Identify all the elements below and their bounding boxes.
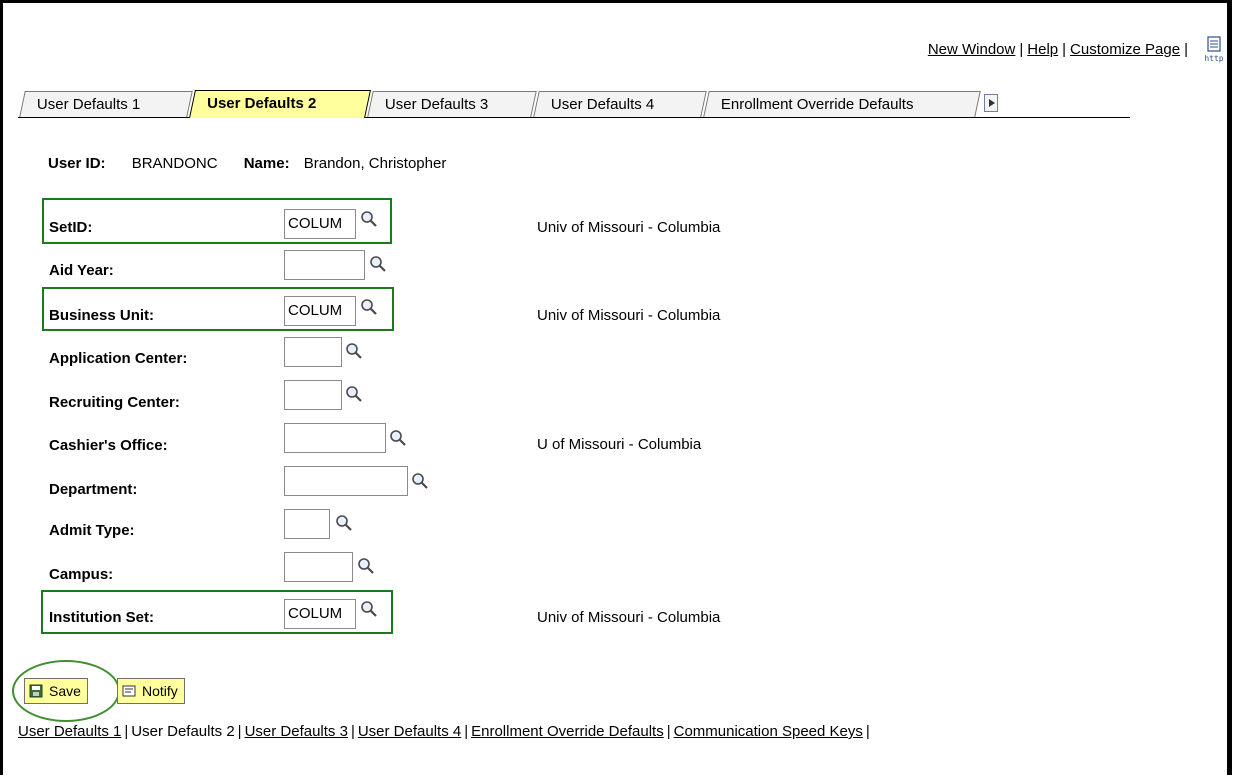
setid-label: SetID:: [49, 219, 93, 236]
http-page-icon[interactable]: http: [1201, 36, 1227, 64]
user-id-value: BRANDONC: [131, 155, 218, 172]
tab-user-defaults-3[interactable]: User Defaults 3: [367, 91, 537, 117]
tab-user-defaults-2[interactable]: User Defaults 2: [189, 90, 371, 118]
bottom-link-enrollment-override-defaults[interactable]: Enrollment Override Defaults: [471, 723, 664, 740]
campus-input[interactable]: [284, 552, 353, 582]
tab-underline: [18, 117, 1130, 118]
setid-input[interactable]: COLUM: [284, 209, 356, 239]
tab-enrollment-override-defaults[interactable]: Enrollment Override Defaults: [703, 91, 981, 117]
bottom-link-communication-speed-keys[interactable]: Communication Speed Keys: [674, 723, 863, 740]
bottom-link-user-defaults-2: User Defaults 2: [131, 723, 235, 740]
cashiers-office-label: Cashier's Office:: [49, 437, 168, 454]
link-separator: |: [666, 723, 671, 740]
business-unit-label: Business Unit:: [49, 307, 155, 324]
recruiting-center-label: Recruiting Center:: [49, 394, 180, 411]
aid-year-input[interactable]: [284, 250, 365, 280]
aid-year-label: Aid Year:: [49, 262, 114, 279]
campus-label: Campus:: [49, 566, 114, 583]
help-link[interactable]: Help: [1027, 41, 1058, 58]
institution-set-input[interactable]: COLUM: [284, 599, 356, 629]
notify-icon: [122, 685, 136, 697]
department-lookup-icon[interactable]: [411, 472, 429, 490]
institution-set-lookup-icon[interactable]: [360, 600, 378, 618]
business-unit-lookup-icon[interactable]: [360, 298, 378, 316]
link-separator: |: [1184, 41, 1188, 58]
link-separator: |: [865, 723, 870, 740]
application-center-input[interactable]: [284, 337, 342, 367]
svg-text:http: http: [1204, 54, 1223, 63]
institution-set-description: Univ of Missouri - Columbia: [537, 609, 721, 626]
customize-page-link[interactable]: Customize Page: [1070, 41, 1180, 58]
header-links: New Window | Help | Customize Page |: [928, 41, 1192, 58]
user-info: User ID: BRANDONC Name: Brandon, Christo…: [48, 155, 446, 172]
name-label: Name:: [243, 155, 290, 172]
save-button[interactable]: Save: [24, 678, 88, 704]
aid-year-lookup-icon[interactable]: [369, 255, 387, 273]
department-input[interactable]: [284, 466, 408, 496]
save-label: Save: [49, 683, 81, 699]
application-center-lookup-icon[interactable]: [345, 342, 363, 360]
application-center-label: Application Center:: [49, 350, 188, 367]
user-id-label: User ID:: [48, 155, 106, 172]
tab-user-defaults-4[interactable]: User Defaults 4: [533, 91, 707, 117]
bottom-link-user-defaults-3[interactable]: User Defaults 3: [245, 723, 348, 740]
setid-lookup-icon[interactable]: [360, 210, 378, 228]
notify-label: Notify: [142, 683, 178, 699]
cashiers-office-description: U of Missouri - Columbia: [537, 436, 702, 453]
cashiers-office-input[interactable]: [284, 423, 386, 453]
notify-button[interactable]: Notify: [117, 678, 185, 704]
link-separator: |: [1062, 41, 1067, 58]
recruiting-center-lookup-icon[interactable]: [345, 385, 363, 403]
link-separator: |: [237, 723, 242, 740]
save-disk-icon: [29, 684, 43, 698]
admit-type-lookup-icon[interactable]: [335, 514, 353, 532]
link-separator: |: [464, 723, 469, 740]
cashiers-office-lookup-icon[interactable]: [389, 429, 407, 447]
admit-type-input[interactable]: [284, 509, 330, 539]
department-label: Department:: [49, 481, 138, 498]
new-window-link[interactable]: New Window: [928, 41, 1016, 58]
bottom-link-user-defaults-4[interactable]: User Defaults 4: [358, 723, 461, 740]
business-unit-description: Univ of Missouri - Columbia: [537, 307, 721, 324]
name-value: Brandon, Christopher: [303, 155, 447, 172]
campus-lookup-icon[interactable]: [357, 557, 375, 575]
recruiting-center-input[interactable]: [284, 380, 342, 410]
link-separator: |: [350, 723, 355, 740]
admit-type-label: Admit Type:: [49, 522, 135, 539]
setid-description: Univ of Missouri - Columbia: [537, 219, 721, 236]
next-tab-icon[interactable]: [984, 94, 998, 112]
institution-set-label: Institution Set:: [49, 609, 154, 626]
bottom-link-user-defaults-1[interactable]: User Defaults 1: [18, 723, 121, 740]
link-separator: |: [1019, 41, 1024, 58]
link-separator: |: [124, 723, 129, 740]
business-unit-input[interactable]: COLUM: [284, 296, 356, 326]
bottom-nav-links: User Defaults 1 | User Defaults 2 | User Def…: [18, 723, 873, 740]
tab-user-defaults-1[interactable]: User Defaults 1: [19, 91, 193, 117]
